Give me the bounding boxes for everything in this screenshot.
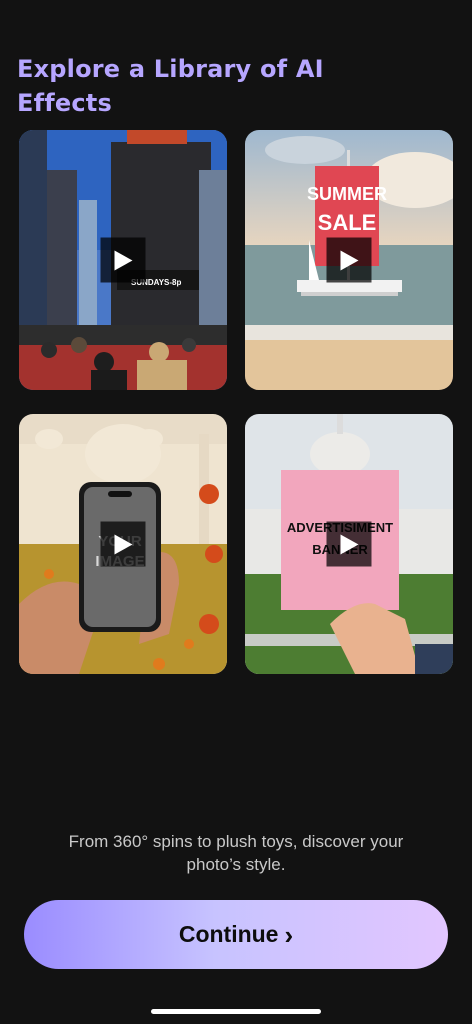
play-icon (114, 534, 132, 554)
continue-button[interactable]: Continue › (24, 900, 448, 969)
effect-card-sail[interactable]: SUMMER SALE (245, 130, 453, 390)
play-button[interactable] (100, 521, 146, 567)
continue-label: Continue (178, 921, 279, 947)
sail-sign-line2: SALE (318, 210, 377, 235)
home-indicator[interactable] (151, 1009, 321, 1014)
sail-sign-line1: SUMMER (307, 184, 387, 204)
play-button[interactable] (326, 237, 372, 283)
description-text: From 360° spins to plush toys, discover … (68, 832, 404, 874)
effect-card-phone[interactable]: YOUR IMAGE (19, 414, 227, 674)
chevron-right-icon: › (284, 919, 294, 950)
play-icon (114, 250, 132, 270)
play-icon (340, 250, 358, 270)
effects-grid: SUNDAYS-8p SUMMER SALE (19, 130, 453, 675)
play-button[interactable] (100, 237, 146, 283)
page-title: Explore a Library of AI Effects (17, 55, 324, 117)
play-icon (340, 534, 358, 554)
play-button[interactable] (326, 521, 372, 567)
effect-card-billboard[interactable]: SUNDAYS-8p (19, 130, 227, 390)
effect-card-banner[interactable]: ADVERTISIMENT BANNER (245, 414, 453, 674)
